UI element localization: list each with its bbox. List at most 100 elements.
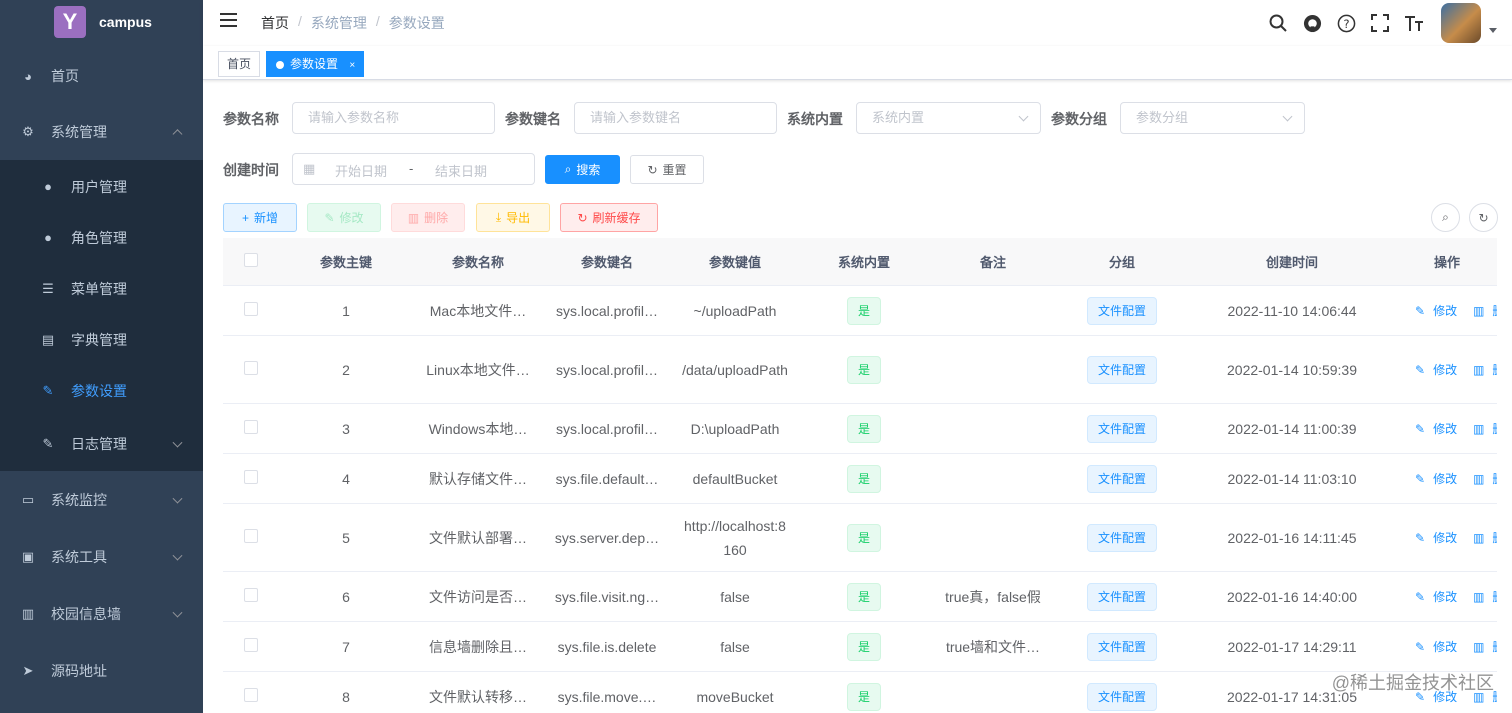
builtin-select[interactable]: 系统内置 [856,102,1041,134]
navbar: 首页 / 系统管理 / 参数设置 ? [203,0,1512,46]
add-button[interactable]: + 新增 [223,203,297,232]
refresh-table-button[interactable]: ↻ [1469,203,1498,232]
row-delete-link[interactable]: ▥ 删除 [1469,590,1497,604]
select-all-checkbox[interactable] [244,253,258,267]
reset-button[interactable]: ↻ 重置 [630,155,704,184]
search-button[interactable]: ⌕ 搜索 [545,155,620,184]
row-checkbox[interactable] [244,301,258,316]
row-delete-link[interactable]: ▥ 删除 [1469,472,1497,486]
cell-key: sys.local.profil… [556,420,658,437]
table-row[interactable]: 2 Linux本地文件… sys.local.profil… /data/upload… [223,336,1497,404]
help-icon[interactable]: ? [1335,12,1357,34]
row-checkbox[interactable] [244,528,258,543]
github-icon[interactable] [1301,12,1323,34]
sidebar-item-source[interactable]: ➤ 源码地址 [0,643,203,699]
param-key-input[interactable]: 请输入参数键名 [574,102,777,134]
delete-link-label: 删除 [1492,640,1497,654]
cell-value: false [720,588,750,605]
tag-home[interactable]: 首页 [218,51,261,77]
cell-group: 文件配置 [1057,355,1187,384]
row-edit-link[interactable]: ✎ 修改 [1411,640,1461,654]
row-edit-link[interactable]: ✎ 修改 [1411,590,1461,604]
sidebar-item-logs[interactable]: ✎ 日志管理 [0,416,203,471]
row-delete-link[interactable]: ▥ 删除 [1469,422,1497,436]
sidebar-item-monitor[interactable]: ▭ 系统监控 [0,472,203,528]
avatar[interactable] [1441,3,1481,43]
date-range-picker[interactable]: ▦ 开始日期 - 结束日期 [292,153,535,185]
row-checkbox[interactable] [244,687,258,702]
row-select-cell [223,358,279,382]
cell-actions: ✎ 修改 ▥ 删除 [1397,358,1497,382]
fullscreen-icon[interactable] [1369,12,1391,34]
row-delete-link[interactable]: ▥ 删除 [1469,363,1497,377]
edit-icon: ✎ [42,382,54,398]
table-row[interactable]: 4 默认存储文件… sys.file.default… defaultBucket 是 文… [223,454,1497,504]
row-delete-link[interactable]: ▥ 删除 [1469,640,1497,654]
sidebar-item-roles[interactable]: ● 角色管理 [0,212,203,263]
group-tag: 文件配置 [1086,682,1157,711]
sidebar-item-system[interactable]: ⚙ 系统管理 [0,104,203,160]
close-icon[interactable]: × [349,60,355,71]
edit-button[interactable]: ✎ 修改 [307,203,381,232]
row-delete-link[interactable]: ▥ 删除 [1469,531,1497,545]
column-header: 分组 [1108,255,1135,270]
breadcrumb-home[interactable]: 首页 [261,13,289,33]
sidebar-item-home[interactable]: ◕ 首页 [0,48,203,104]
table-row[interactable]: 8 文件默认转移… sys.file.move.… moveBucket 是文件配置 20… [223,672,1497,713]
search-icon[interactable] [1267,12,1289,34]
row-checkbox[interactable] [244,469,258,484]
delete-link-label: 删除 [1492,304,1497,318]
table-row[interactable]: 3 Windows本地… sys.local.profil… D:\uploadPat… [223,404,1497,454]
row-checkbox[interactable] [244,587,258,602]
export-button[interactable]: ⤓ 导出 [476,203,550,232]
cell-value: D:\uploadPath [690,420,780,437]
tag-params[interactable]: 参数设置 × [266,51,365,77]
row-select-cell [223,299,279,323]
chevron-down-icon [172,607,183,618]
sidebar-item-label: 源码地址 [51,663,107,679]
end-date-input[interactable]: 结束日期 [435,161,487,180]
refresh-cache-label: 刷新缓存 [592,211,641,225]
sidebar-item-menus[interactable]: ☰ 菜单管理 [0,263,203,314]
add-button-label: 新增 [254,211,279,225]
table-row[interactable]: 5 文件默认部署… sys.server.dep… http://localhost:… [223,504,1497,572]
font-size-icon[interactable] [1403,12,1425,34]
table-row[interactable]: 6 文件访问是否… sys.file.visit.ng… false 是 true真，fa… [223,572,1497,622]
trash-icon: ▥ [1473,303,1485,318]
row-checkbox[interactable] [244,419,258,434]
cell-created: 2022-01-16 14:11:45 [1227,529,1357,546]
sidebar-item-wall[interactable]: ▥ 校园信息墙 [0,586,203,642]
sidebar-item-label: 用户管理 [71,178,127,195]
delete-button[interactable]: ▥ 删除 [391,203,465,232]
row-edit-link[interactable]: ✎ 修改 [1411,472,1461,486]
sidebar-item-tools[interactable]: ▣ 系统工具 [0,529,203,585]
row-checkbox[interactable] [244,637,258,652]
logo[interactable]: Y campus [0,0,203,44]
cell-created: 2022-01-14 11:03:10 [1227,470,1357,487]
sidebar-item-users[interactable]: ● 用户管理 [0,161,203,212]
sidebar-item-label: 角色管理 [71,229,127,246]
sidebar-item-params[interactable]: ✎ 参数设置 [0,365,203,416]
hamburger-icon[interactable] [220,13,237,29]
row-edit-link[interactable]: ✎ 修改 [1411,304,1461,318]
row-checkbox[interactable] [244,360,258,375]
sidebar-item-dict[interactable]: ▤ 字典管理 [0,314,203,365]
row-edit-link[interactable]: ✎ 修改 [1411,363,1461,377]
cell-name: Windows本地… [428,420,528,437]
cell-name: 默认存储文件… [429,470,527,487]
table-row[interactable]: 7 信息墙删除且… sys.file.is.delete false 是 true墙和文件… [223,622,1497,672]
delete-link-label: 删除 [1492,531,1497,545]
row-delete-link[interactable]: ▥ 删除 [1469,304,1497,318]
toggle-search-button[interactable]: ⌕ [1431,203,1460,232]
start-date-input[interactable]: 开始日期 [335,161,387,180]
table-row[interactable]: 1 Mac本地文件… sys.local.profil… ~/uploadPath 是 文… [223,286,1497,336]
column-header: 参数主键 [319,255,372,270]
row-edit-link[interactable]: ✎ 修改 [1411,422,1461,436]
group-select[interactable]: 参数分组 [1120,102,1305,134]
param-name-input[interactable]: 请输入参数名称 [292,102,495,134]
caret-down-icon[interactable] [1489,27,1497,33]
group-tag: 文件配置 [1086,523,1157,552]
breadcrumb-system: 系统管理 [310,15,367,31]
row-edit-link[interactable]: ✎ 修改 [1411,531,1461,545]
refresh-cache-button[interactable]: ↻ 刷新缓存 [560,203,658,232]
